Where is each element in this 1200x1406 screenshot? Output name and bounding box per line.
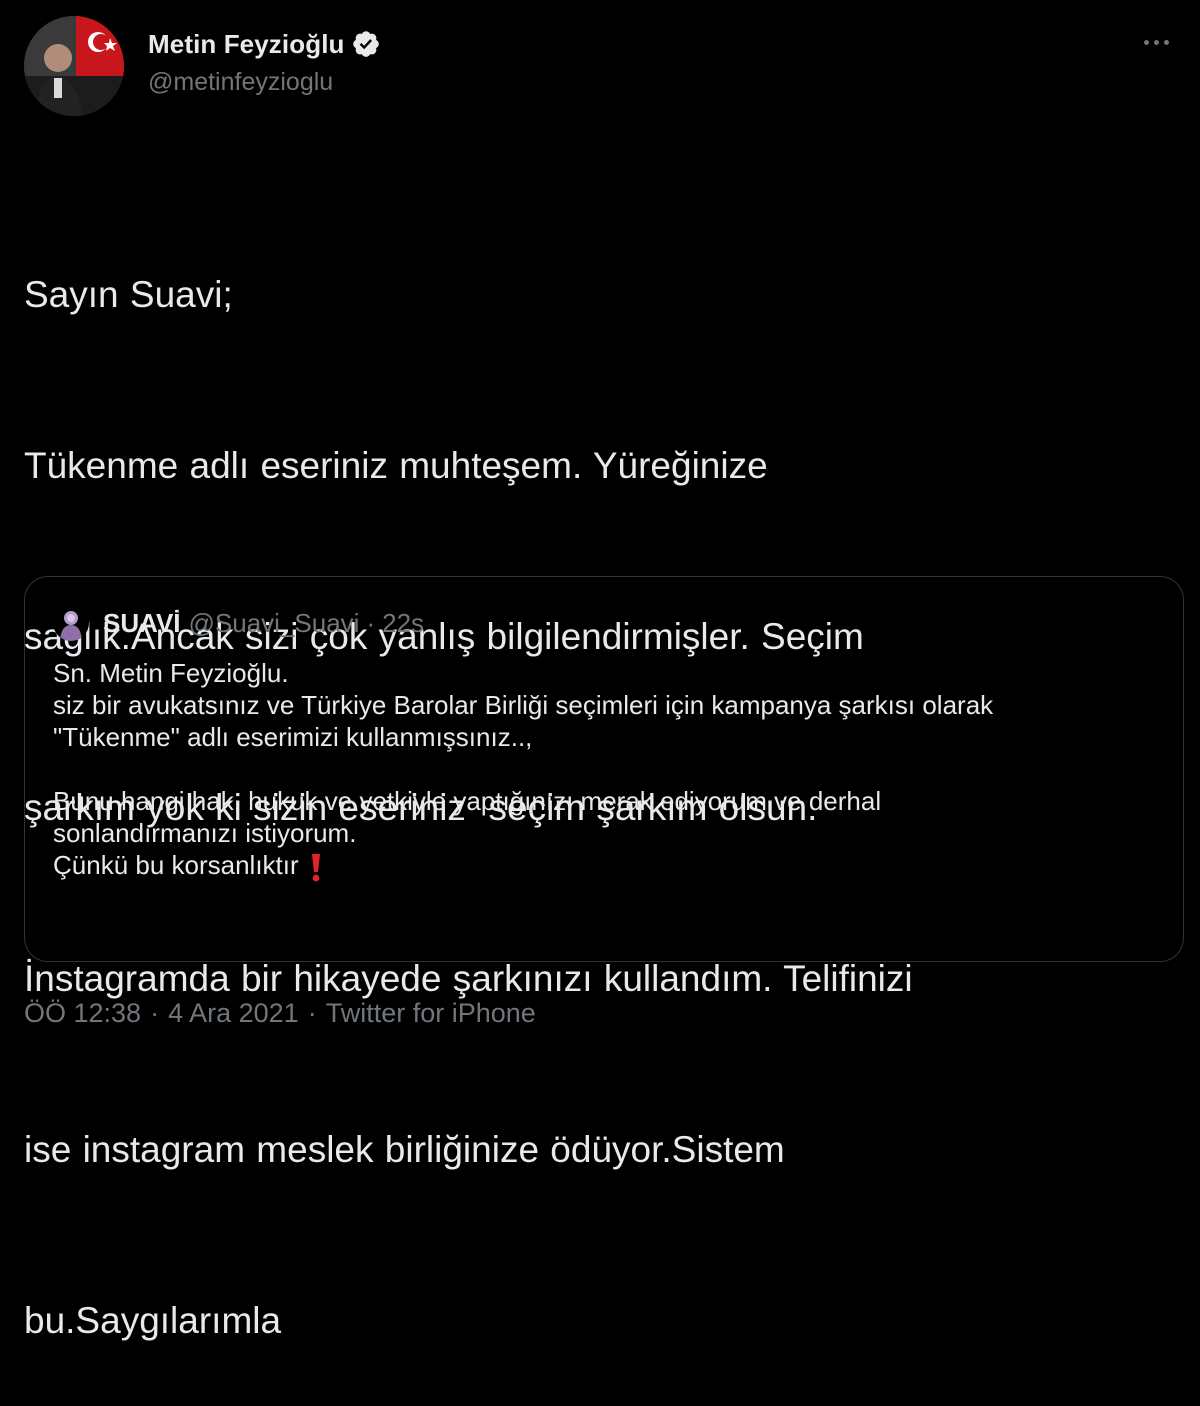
- more-options-icon[interactable]: [1136, 30, 1176, 54]
- quoted-tweet[interactable]: SUAVİ @Suavi_Suavi · 22s Sn. Metin Feyzi…: [24, 576, 1184, 962]
- meta-separator: ·: [150, 998, 160, 1028]
- tweet-line: bu.Saygılarımla: [24, 1300, 282, 1341]
- quoted-line: "Tükenme" adlı eserimizi kullanmışsınız.…: [53, 722, 533, 752]
- quoted-last-line: Çünkü bu korsanlıktır: [53, 849, 1163, 882]
- quoted-line-text: Çünkü bu korsanlıktır: [53, 850, 299, 880]
- tweet-source[interactable]: Twitter for iPhone: [326, 998, 536, 1029]
- tweet-line: ise instagram meslek birliğinize ödüyor.…: [24, 1129, 785, 1170]
- quoted-timestamp: 22s: [382, 607, 425, 638]
- quoted-line: Bunu hangi hak, hukuk ve yetkiyle yaptığ…: [53, 786, 882, 816]
- quoted-tweet-header: SUAVİ @Suavi_Suavi · 22s: [53, 605, 424, 641]
- tweet-header: Metin Feyzioğlu @metinfeyzioglu: [24, 16, 1176, 116]
- quoted-line: Sn. Metin Feyzioğlu.: [53, 658, 289, 688]
- tweet-date[interactable]: 4 Ara 2021: [168, 998, 299, 1029]
- author-avatar[interactable]: [24, 16, 124, 116]
- quoted-tweet-text: Sn. Metin Feyzioğlu. siz bir avukatsınız…: [53, 657, 1163, 882]
- quoted-author-avatar: [53, 605, 89, 641]
- quoted-line: [53, 753, 1163, 785]
- tweet-time[interactable]: ÖÖ 12:38: [24, 998, 141, 1029]
- quoted-author-handle: @Suavi_Suavi: [188, 607, 360, 638]
- author-handle[interactable]: @metinfeyzioglu: [148, 68, 381, 97]
- meta-separator: ·: [307, 998, 317, 1028]
- quoted-separator: ·: [366, 607, 376, 638]
- tweet-meta: ÖÖ 12:38 · 4 Ara 2021 · Twitter for iPho…: [24, 998, 536, 1029]
- tweet-line: Sayın Suavi;: [24, 274, 233, 315]
- red-exclamation-icon: [309, 852, 323, 882]
- quoted-line: sonlandırmanızı istiyorum.: [53, 818, 357, 848]
- author-display-name[interactable]: Metin Feyzioğlu: [148, 29, 345, 60]
- tweet-line: Tükenme adlı eseriniz muhteşem. Yüreğini…: [24, 445, 768, 486]
- author-info: Metin Feyzioğlu @metinfeyzioglu: [148, 26, 381, 97]
- verified-badge-icon: [351, 29, 381, 59]
- quoted-line: siz bir avukatsınız ve Türkiye Barolar B…: [53, 690, 994, 720]
- quoted-author-name: SUAVİ: [103, 607, 181, 638]
